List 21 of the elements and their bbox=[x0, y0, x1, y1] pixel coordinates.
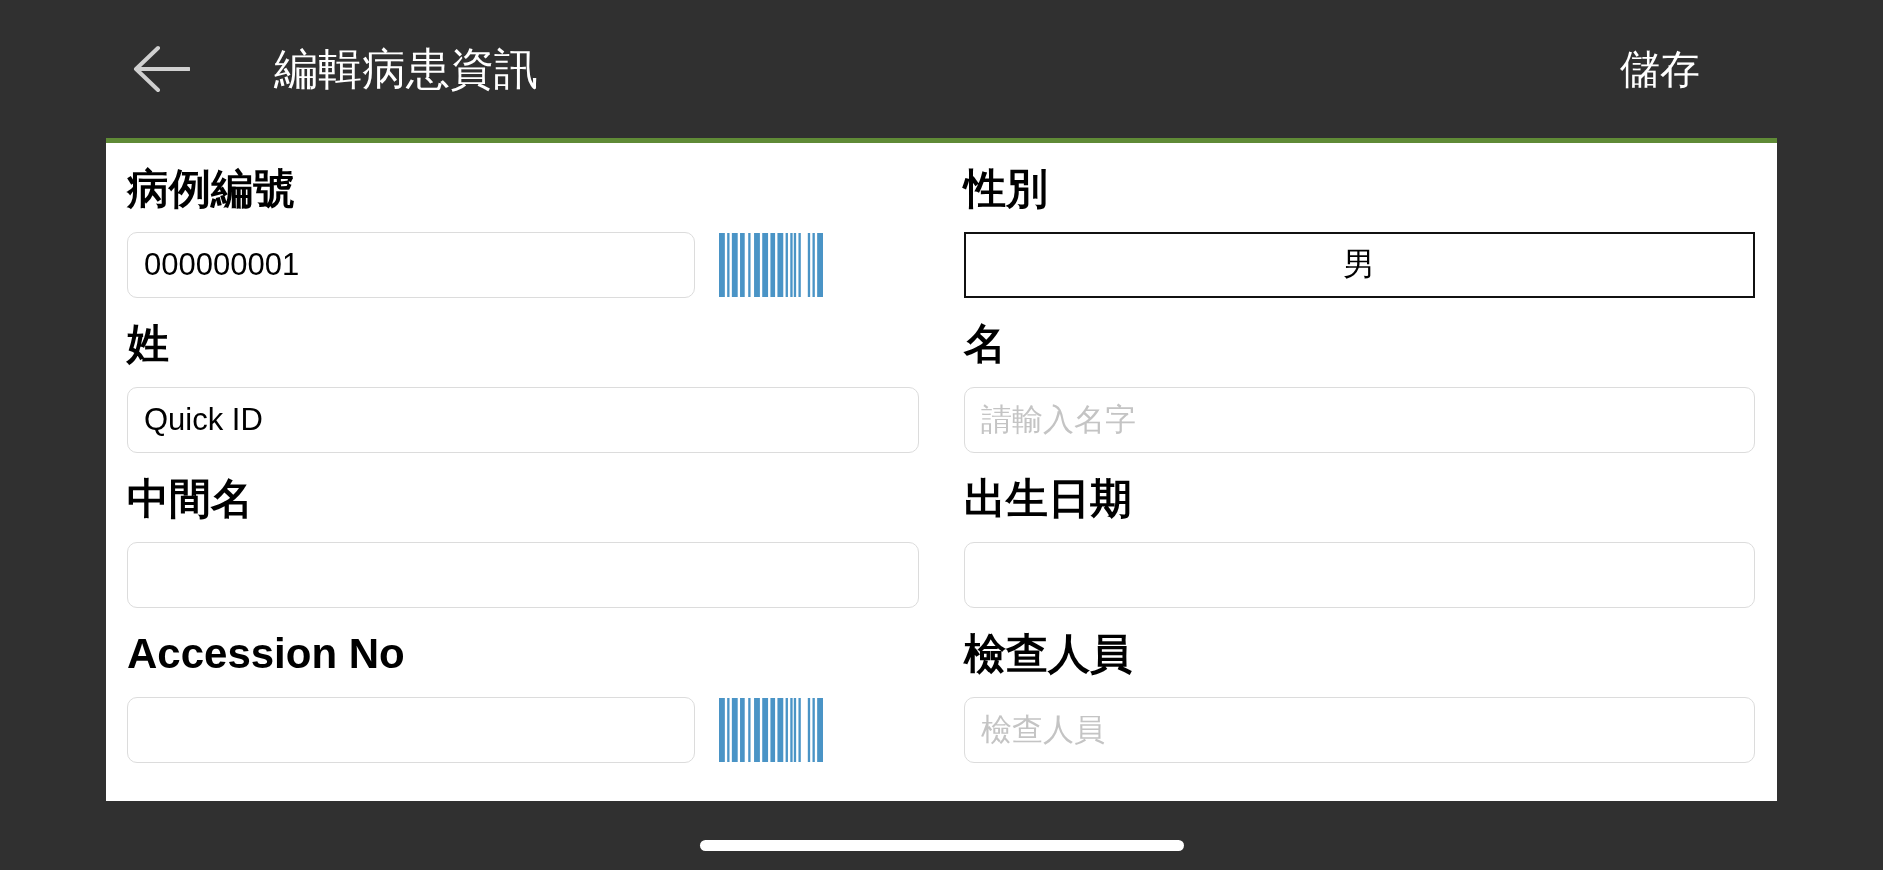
input-field[interactable]: 檢查人員 bbox=[963, 697, 1755, 763]
back-arrow-icon[interactable] bbox=[132, 45, 190, 93]
input-field[interactable]: 000000001 bbox=[127, 232, 695, 298]
input-field[interactable] bbox=[127, 697, 695, 763]
input-field[interactable] bbox=[963, 542, 1755, 608]
page-title: 編輯病患資訊 bbox=[274, 42, 538, 95]
field-label: 出生日期 bbox=[963, 475, 1132, 524]
barcode-icon[interactable] bbox=[719, 233, 823, 297]
input-field[interactable]: 請輸入名字 bbox=[963, 387, 1755, 453]
field-label: 病例編號 bbox=[127, 165, 295, 214]
save-button[interactable]: 儲存 bbox=[1620, 45, 1700, 93]
field-label: 姓 bbox=[127, 320, 169, 369]
barcode-icon[interactable] bbox=[719, 698, 823, 762]
field-label: Accession No bbox=[127, 630, 405, 679]
select-field[interactable]: 男 bbox=[963, 232, 1755, 298]
field-label: 性別 bbox=[963, 165, 1048, 214]
field-label: 名 bbox=[963, 320, 1006, 369]
input-field[interactable] bbox=[127, 542, 919, 608]
input-field[interactable]: Quick ID bbox=[127, 387, 919, 453]
field-label: 中間名 bbox=[127, 475, 253, 524]
field-label: 檢查人員 bbox=[963, 630, 1132, 679]
